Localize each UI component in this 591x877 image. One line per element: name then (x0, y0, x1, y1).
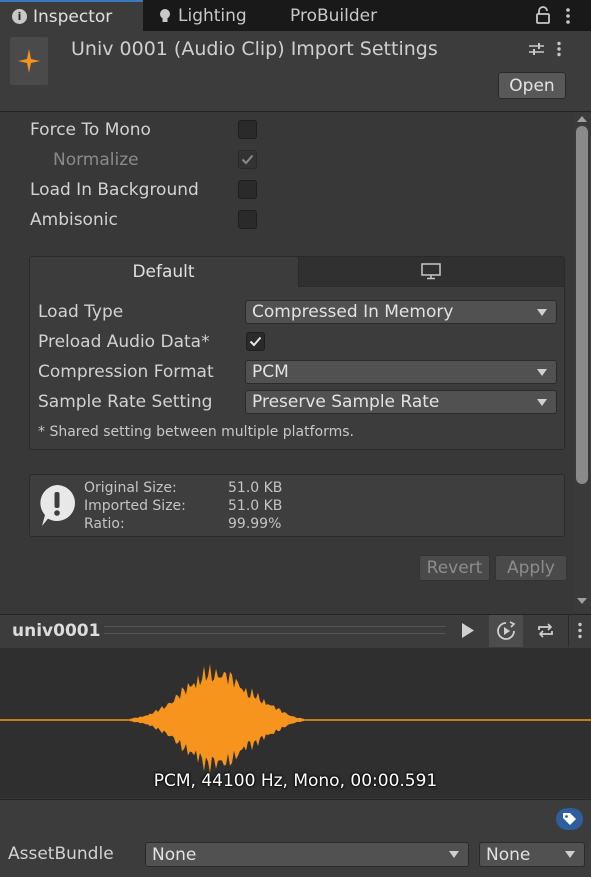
auto-play-icon (497, 621, 516, 640)
preview-audio-info: PCM, 44100 Hz, Mono, 00:00.591 (153, 771, 438, 791)
tab-lighting-label: Lighting (178, 5, 247, 26)
preview-drag-handle[interactable] (104, 626, 446, 634)
preset-settings-icon[interactable] (529, 42, 544, 56)
compression-format-dropdown[interactable]: PCM (245, 360, 557, 384)
preview-clip-name: univ0001 (12, 621, 101, 641)
asset-bundle-name-dropdown[interactable]: None (145, 842, 469, 867)
load-in-background-checkbox[interactable] (238, 180, 257, 199)
imported-size-value: 51.0 KB (228, 498, 283, 514)
load-type-dropdown[interactable]: Compressed In Memory (245, 300, 557, 324)
ratio-label: Ratio: (84, 516, 125, 532)
force-to-mono-checkbox[interactable] (238, 120, 257, 139)
checkmark-icon (241, 154, 254, 165)
component-menu-icon[interactable] (556, 41, 562, 57)
info-bubble-icon (40, 485, 75, 526)
chevron-down-icon (565, 851, 575, 858)
tab-inspector-label: Inspector (33, 6, 113, 27)
apply-button[interactable]: Apply (495, 555, 567, 581)
original-size-label: Original Size: (84, 480, 177, 496)
original-size-value: 51.0 KB (228, 480, 283, 496)
audio-clip-icon (10, 37, 48, 85)
compression-format-label: Compression Format (38, 362, 214, 382)
tab-lighting[interactable]: Lighting (158, 0, 247, 31)
asset-bundle-variant-value: None (486, 844, 531, 865)
page-title: Univ 0001 (Audio Clip) Import Settings (71, 38, 438, 60)
preview-menu-icon[interactable] (577, 622, 583, 639)
auto-play-button[interactable] (489, 615, 523, 647)
imported-size-label: Imported Size: (84, 498, 186, 514)
chevron-down-icon (537, 399, 547, 406)
scrollbar-thumb[interactable] (576, 126, 588, 484)
normalize-checkbox (238, 150, 257, 169)
divider (568, 614, 569, 647)
sample-rate-setting-value: Preserve Sample Rate (252, 392, 440, 412)
info-icon: i (12, 9, 27, 24)
loop-icon[interactable] (536, 622, 555, 639)
monitor-icon (421, 263, 441, 280)
ambisonic-checkbox[interactable] (238, 210, 257, 229)
play-icon[interactable] (461, 622, 475, 639)
open-button[interactable]: Open (498, 72, 566, 99)
chevron-down-icon (449, 851, 459, 858)
load-in-background-label: Load In Background (30, 180, 199, 200)
sample-rate-setting-dropdown[interactable]: Preserve Sample Rate (245, 390, 557, 414)
tag-icon (563, 813, 576, 825)
asset-labels-button[interactable] (556, 808, 583, 830)
tab-inspector[interactable]: i Inspector (0, 0, 143, 31)
lightbulb-icon (160, 8, 170, 22)
preload-audio-data-label: Preload Audio Data* (38, 332, 210, 352)
scroll-down-icon[interactable] (577, 597, 587, 605)
revert-button[interactable]: Revert (419, 555, 490, 581)
shared-setting-note: * Shared setting between multiple platfo… (38, 424, 355, 440)
compression-format-value: PCM (252, 362, 289, 382)
tab-probuilder-label: ProBuilder (290, 5, 378, 26)
asset-bundle-label: AssetBundle (8, 844, 114, 864)
sample-rate-setting-label: Sample Rate Setting (38, 392, 213, 412)
checkmark-icon (249, 336, 262, 347)
load-type-value: Compressed In Memory (252, 302, 454, 322)
asset-bundle-variant-dropdown[interactable]: None (479, 842, 585, 867)
lock-icon[interactable] (536, 6, 550, 24)
tab-default-label: Default (132, 262, 195, 282)
ambisonic-label: Ambisonic (30, 210, 118, 230)
chevron-down-icon (537, 309, 547, 316)
tab-default-platform[interactable]: Default (30, 257, 297, 287)
kebab-menu-icon[interactable] (565, 7, 571, 25)
scroll-up-icon[interactable] (577, 115, 587, 123)
preload-audio-data-checkbox[interactable] (246, 332, 265, 351)
load-type-label: Load Type (38, 302, 124, 322)
ratio-value: 99.99% (228, 516, 282, 532)
normalize-label: Normalize (53, 150, 139, 170)
tab-probuilder[interactable]: ProBuilder (284, 0, 377, 31)
asset-bundle-name-value: None (152, 844, 197, 865)
tab-standalone-platform[interactable] (298, 257, 564, 287)
chevron-down-icon (537, 369, 547, 376)
force-to-mono-label: Force To Mono (30, 120, 151, 140)
